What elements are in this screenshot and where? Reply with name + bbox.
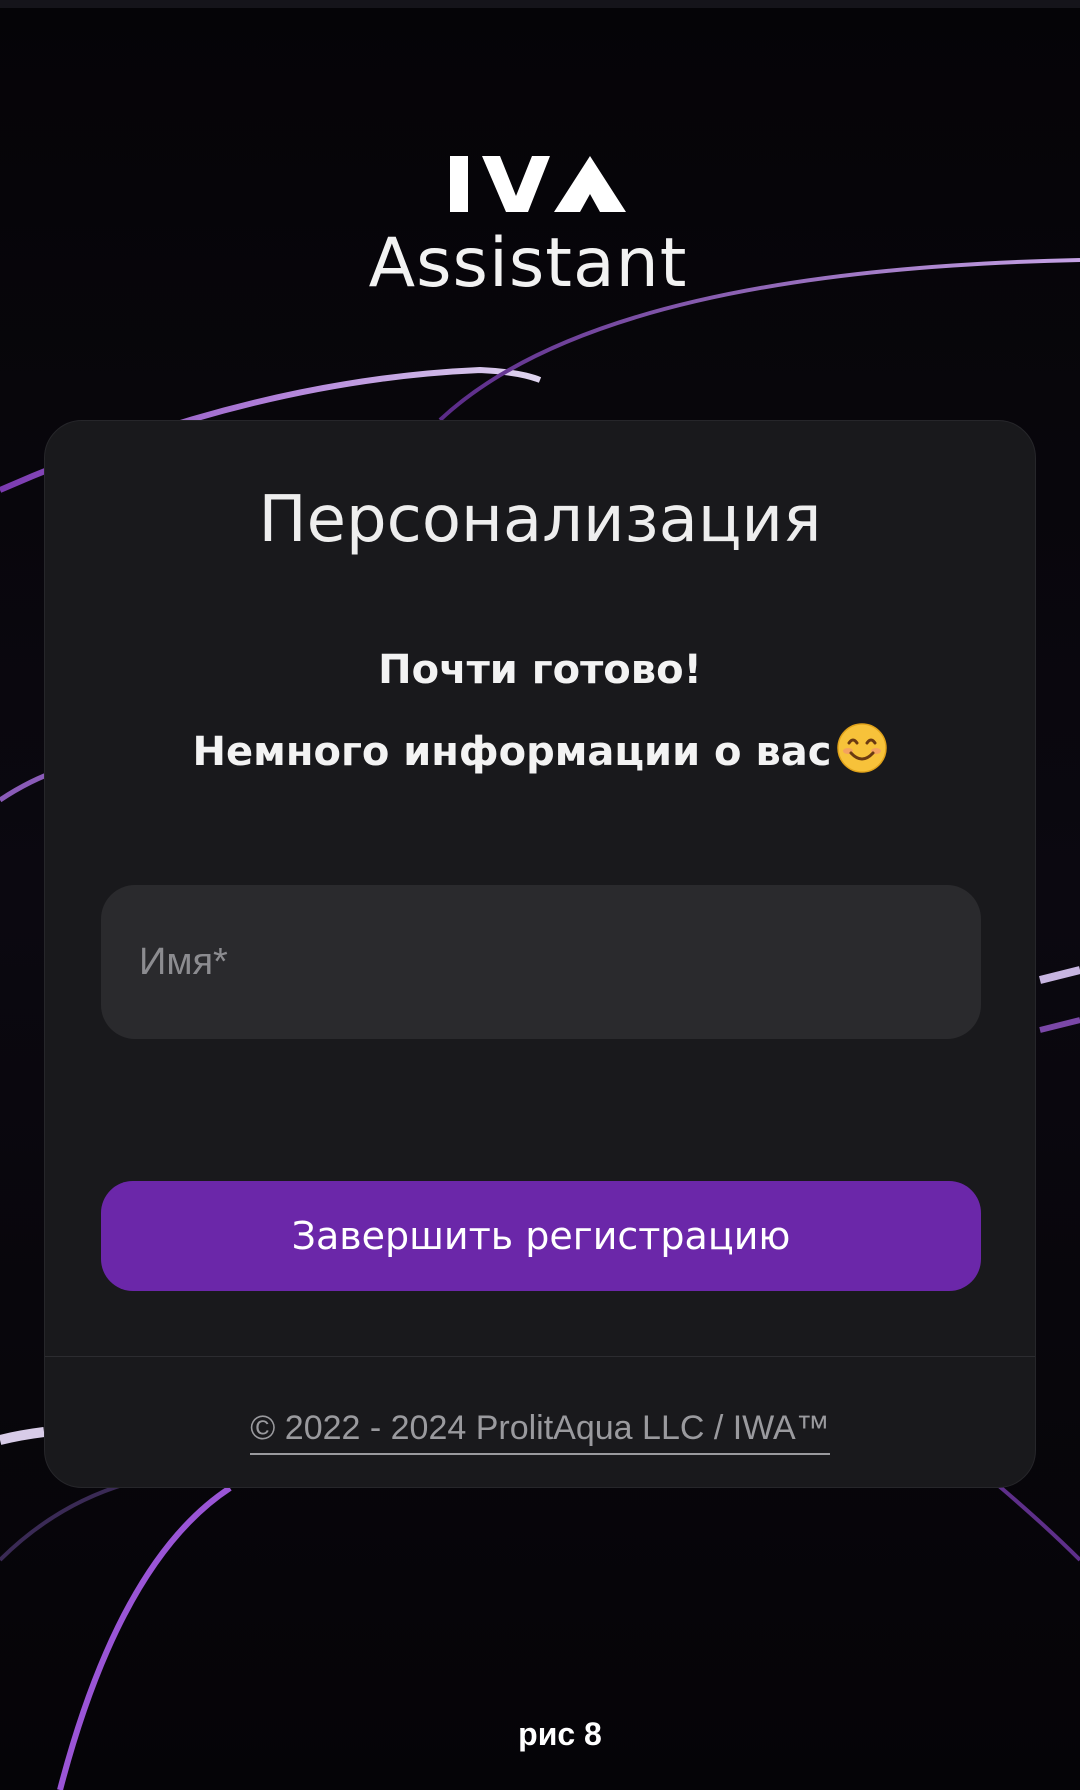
card-subtitle-line1: Почти готово! bbox=[378, 647, 702, 693]
brand-subtitle: Assistant bbox=[368, 224, 688, 303]
brand-logo: Assistant bbox=[0, 150, 1080, 303]
copyright-link[interactable]: © 2022 - 2024 ProlitAqua LLC / IWA™ bbox=[250, 1409, 830, 1455]
smiling-face-icon bbox=[837, 723, 888, 773]
figure-caption: рис 8 bbox=[518, 1716, 602, 1752]
registration-screen: Assistant Персонализация Почти готово! Н… bbox=[0, 0, 1080, 1790]
card-title: Персонализация bbox=[258, 483, 822, 557]
complete-registration-button[interactable]: Завершить регистрацию bbox=[101, 1181, 981, 1291]
name-input[interactable] bbox=[139, 940, 943, 984]
card-divider bbox=[45, 1356, 1035, 1357]
card-subtitle-line2-wrap: Немного информации о вас bbox=[45, 723, 1035, 775]
copyright-footer: © 2022 - 2024 ProlitAqua LLC / IWA™ bbox=[45, 1409, 1035, 1455]
personalization-card: Персонализация Почти готово! Немного инф… bbox=[44, 420, 1036, 1488]
name-field[interactable] bbox=[101, 885, 981, 1039]
iwa-logo-icon bbox=[450, 156, 626, 212]
card-subtitle-line2: Немного информации о вас bbox=[192, 729, 832, 775]
